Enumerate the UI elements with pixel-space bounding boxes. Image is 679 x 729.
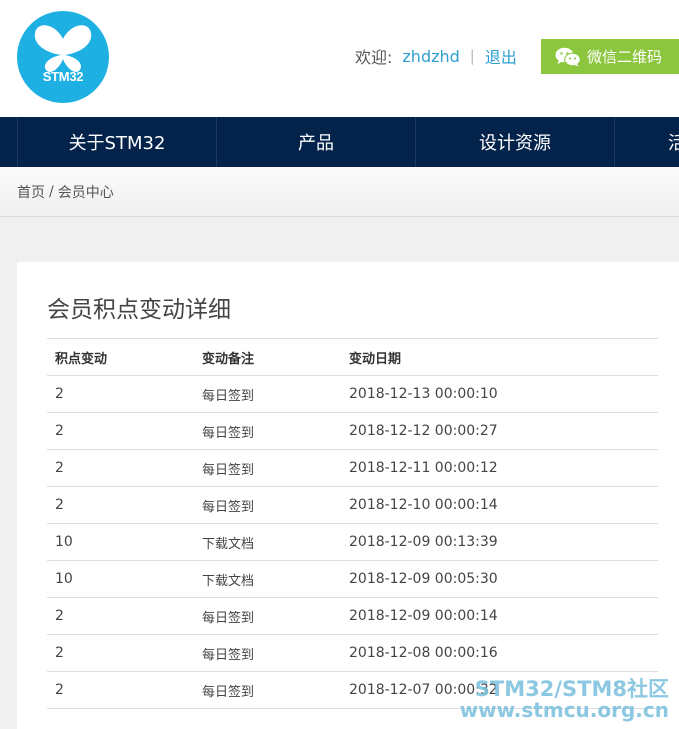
table-row: 2 每日签到 2018-12-09 00:00:14 bbox=[47, 597, 658, 635]
change-date-cell: 2018-12-09 00:13:39 bbox=[341, 523, 658, 561]
points-change-cell: 2 bbox=[47, 412, 194, 450]
breadcrumb-current: 会员中心 bbox=[57, 184, 114, 201]
table-row: 2 每日签到 2018-12-11 00:00:12 bbox=[47, 449, 658, 487]
change-note-cell: 每日签到 bbox=[194, 486, 341, 524]
column-header-change-note: 变动备注 bbox=[194, 338, 341, 376]
wechat-icon bbox=[555, 47, 581, 66]
points-change-cell: 10 bbox=[47, 523, 194, 561]
change-note-cell: 每日签到 bbox=[194, 375, 341, 413]
change-note-cell: 每日签到 bbox=[194, 449, 341, 487]
change-note-cell: 下载文档 bbox=[194, 523, 341, 561]
change-date-cell: 2018-12-12 00:00:27 bbox=[341, 412, 658, 450]
change-note-cell: 每日签到 bbox=[194, 634, 341, 672]
table-row: 2 每日签到 2018-12-13 00:00:10 bbox=[47, 375, 658, 413]
column-header-change-date: 变动日期 bbox=[341, 338, 658, 376]
change-note-cell: 每日签到 bbox=[194, 412, 341, 450]
table-row: 10 下载文档 2018-12-09 00:13:39 bbox=[47, 523, 658, 561]
site-watermark: STM32/STM8社区 www.stmcu.org.cn bbox=[460, 678, 669, 721]
table-row: 2 每日签到 2018-12-08 00:00:16 bbox=[47, 634, 658, 672]
logout-link[interactable]: 退出 bbox=[485, 44, 517, 68]
points-change-cell: 2 bbox=[47, 486, 194, 524]
change-date-cell: 2018-12-09 00:00:14 bbox=[341, 597, 658, 635]
watermark-line-2: www.stmcu.org.cn bbox=[459, 698, 669, 722]
table-row: 2 每日签到 2018-12-12 00:00:27 bbox=[47, 412, 658, 450]
breadcrumb-home[interactable]: 首页 bbox=[17, 182, 45, 202]
table-row: 2 每日签到 2018-12-10 00:00:14 bbox=[47, 486, 658, 524]
butterfly-icon bbox=[34, 25, 92, 72]
change-date-cell: 2018-12-10 00:00:14 bbox=[341, 486, 658, 524]
points-card: 会员积点变动详细 积点变动 变动备注 变动日期 2 每日签到 2018-12-1… bbox=[17, 262, 679, 729]
user-separator: | bbox=[469, 47, 475, 65]
nav-item-activities[interactable]: 活 bbox=[614, 117, 679, 167]
wechat-qr-button[interactable]: 微信二维码 bbox=[541, 39, 679, 74]
change-note-cell: 下载文档 bbox=[194, 560, 341, 598]
site-header: STM32 欢迎: zhdzhd | 退出 微信二维码 bbox=[0, 0, 679, 117]
main-nav: 关于STM32 产品 设计资源 活 bbox=[0, 117, 679, 167]
change-date-cell: 2018-12-09 00:05:30 bbox=[341, 560, 658, 598]
change-date-cell: 2018-12-11 00:00:12 bbox=[341, 449, 658, 487]
nav-item-products[interactable]: 产品 bbox=[216, 117, 415, 167]
column-header-points-change: 积点变动 bbox=[47, 338, 194, 376]
change-date-cell: 2018-12-08 00:00:16 bbox=[341, 634, 658, 672]
change-note-cell: 每日签到 bbox=[194, 597, 341, 635]
wechat-qr-label: 微信二维码 bbox=[587, 48, 663, 66]
breadcrumb: 首页 / 会员中心 bbox=[0, 167, 679, 217]
change-date-cell: 2018-12-13 00:00:10 bbox=[341, 375, 658, 413]
table-header-row: 积点变动 变动备注 变动日期 bbox=[47, 338, 658, 376]
user-area: 欢迎: zhdzhd | 退出 bbox=[355, 44, 517, 68]
change-note-cell: 每日签到 bbox=[194, 671, 341, 709]
points-change-cell: 2 bbox=[47, 375, 194, 413]
watermark-line-1: STM32/STM8社区 bbox=[474, 676, 669, 701]
breadcrumb-separator: / bbox=[49, 183, 54, 200]
points-change-cell: 2 bbox=[47, 634, 194, 672]
logo-text: STM32 bbox=[42, 69, 84, 84]
nav-item-design-resources[interactable]: 设计资源 bbox=[415, 117, 614, 167]
points-change-cell: 2 bbox=[47, 449, 194, 487]
table-row: 10 下载文档 2018-12-09 00:05:30 bbox=[47, 560, 658, 598]
username-link[interactable]: zhdzhd bbox=[402, 47, 459, 66]
points-change-cell: 2 bbox=[47, 671, 194, 709]
page-title: 会员积点变动详细 bbox=[47, 297, 231, 323]
points-table: 积点变动 变动备注 变动日期 2 每日签到 2018-12-13 00:00:1… bbox=[47, 338, 658, 709]
welcome-label: 欢迎: bbox=[355, 48, 393, 67]
points-change-cell: 2 bbox=[47, 597, 194, 635]
points-change-cell: 10 bbox=[47, 560, 194, 598]
stm32-logo[interactable]: STM32 bbox=[17, 11, 109, 103]
nav-item-about[interactable]: 关于STM32 bbox=[17, 117, 216, 167]
